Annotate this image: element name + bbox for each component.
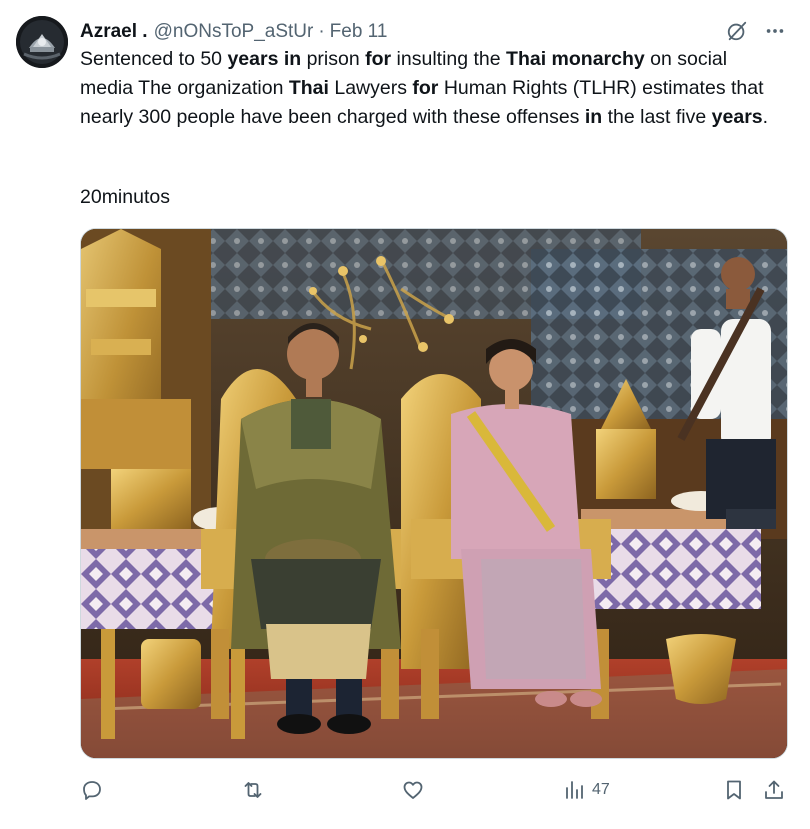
- handle[interactable]: @nONsToP_aStUr: [154, 20, 314, 44]
- tweet-text-run: Lawyers: [328, 77, 413, 99]
- header-actions: [726, 20, 786, 42]
- views-button[interactable]: 47: [562, 774, 610, 806]
- tweet-source-text: 20minutos: [80, 186, 170, 208]
- display-name[interactable]: Azrael .: [80, 20, 148, 44]
- share-icon: [765, 780, 783, 799]
- share-button[interactable]: [762, 774, 786, 806]
- tweet-card[interactable]: Azrael . @nONsToP_aStUr · Feb 11 Sentenc…: [0, 0, 810, 829]
- like-icon: [403, 781, 423, 799]
- avatar[interactable]: [16, 16, 68, 68]
- tweet-text-bold: for: [412, 77, 439, 99]
- tweet-photo[interactable]: [80, 228, 788, 759]
- reply-button[interactable]: [80, 774, 104, 806]
- avatar-image: [16, 16, 68, 68]
- tweet-text-run: Sentenced to 50: [80, 48, 228, 70]
- action-bar: 47: [80, 774, 788, 806]
- bookmark-icon: [727, 780, 741, 800]
- views-count: 47: [592, 781, 610, 798]
- tweet-text-run: .: [762, 106, 769, 128]
- tweet-text-run: prison: [301, 48, 366, 70]
- tweet-text-bold: for: [365, 48, 392, 70]
- retweet-button[interactable]: [241, 774, 265, 806]
- tweet-text-bold: Thai monarchy: [506, 48, 645, 70]
- reply-icon: [83, 781, 101, 800]
- timestamp[interactable]: Feb 11: [330, 20, 388, 44]
- tweet-text-run: the last five: [602, 106, 712, 128]
- tweet-text-bold: years in: [227, 48, 302, 70]
- tweet-text-bold: Thai: [288, 77, 329, 99]
- tweet-text-bold: in: [584, 106, 603, 128]
- retweet-icon: [244, 782, 262, 798]
- more-icon[interactable]: [764, 20, 786, 42]
- tweet-text-run: insulting the: [391, 48, 507, 70]
- tweet-header: Azrael . @nONsToP_aStUr · Feb 11: [80, 20, 786, 44]
- tweet-text-bold: years: [711, 106, 763, 128]
- royal-ceremony-photo: [81, 229, 787, 758]
- tweet-text: Sentenced to 50 years in prison for insu…: [80, 45, 780, 132]
- like-button[interactable]: [401, 774, 425, 806]
- separator-dot: ·: [318, 21, 325, 42]
- bookmark-button[interactable]: [722, 774, 746, 806]
- views-icon: [566, 781, 583, 799]
- grok-icon[interactable]: [726, 20, 748, 42]
